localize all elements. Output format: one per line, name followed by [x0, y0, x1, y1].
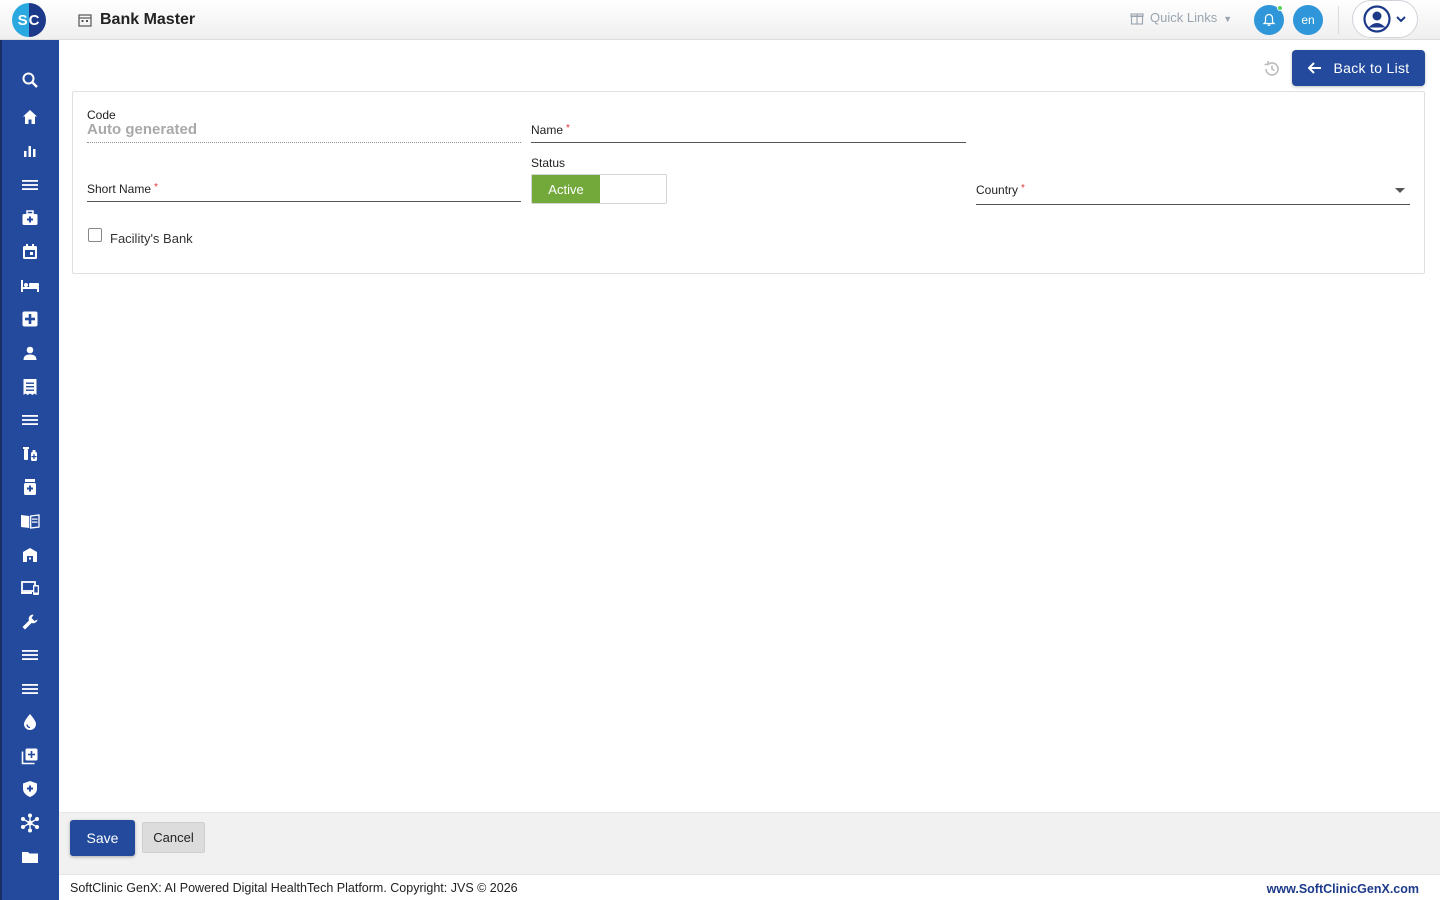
status-label: Status: [531, 156, 566, 170]
code-label: Code: [87, 108, 116, 122]
shield-icon[interactable]: [19, 778, 41, 800]
bank-master-icon: [78, 14, 92, 27]
country-select[interactable]: [976, 204, 1410, 205]
code-value: Auto generated: [87, 121, 198, 138]
required-mark: *: [566, 123, 570, 134]
calendar-icon[interactable]: [19, 241, 41, 263]
devices-icon[interactable]: [19, 577, 41, 599]
medical-bag-icon[interactable]: [19, 207, 41, 229]
footer: SoftClinic GenX: AI Powered Digital Heal…: [59, 874, 1440, 900]
caret-down-icon: ▼: [1223, 14, 1233, 24]
country-dropdown-caret-icon[interactable]: [1395, 188, 1405, 193]
arrow-left-icon: [1307, 62, 1321, 74]
action-bar: Save Cancel: [59, 812, 1440, 874]
menu-icon[interactable]: [19, 409, 41, 431]
receipt-icon[interactable]: [19, 376, 41, 398]
bank-form: Code Auto generated Name * Status Active …: [72, 91, 1425, 274]
back-to-list-button[interactable]: Back to List: [1292, 50, 1425, 86]
top-bar: SC Bank Master Quick Links ▼ en: [0, 0, 1440, 40]
bar-chart-icon[interactable]: [19, 140, 41, 162]
notification-dot: [1277, 5, 1283, 11]
back-to-list-label: Back to List: [1333, 60, 1410, 76]
medicine-bottle-icon[interactable]: [19, 476, 41, 498]
footer-copyright: SoftClinic GenX: AI Powered Digital Heal…: [70, 881, 518, 895]
country-label-text: Country: [976, 183, 1019, 197]
facility-bank-label: Facility's Bank: [110, 231, 193, 246]
blood-drop-icon[interactable]: [19, 711, 41, 733]
gift-icon: [1130, 12, 1144, 25]
cancel-button[interactable]: Cancel: [142, 822, 205, 853]
book-icon[interactable]: [19, 510, 41, 532]
header-divider: [1338, 6, 1339, 34]
folder-icon[interactable]: [19, 846, 41, 868]
facility-bank-checkbox[interactable]: [88, 228, 102, 242]
name-label: Name *: [531, 123, 570, 137]
page-title: Bank Master: [100, 11, 196, 28]
history-icon[interactable]: [1262, 59, 1282, 79]
save-button[interactable]: Save: [70, 820, 135, 856]
person-icon[interactable]: [19, 342, 41, 364]
quick-links-label: Quick Links: [1150, 10, 1218, 25]
status-active-option[interactable]: Active: [532, 175, 600, 203]
short-name-label-text: Short Name: [87, 182, 152, 196]
required-mark: *: [154, 182, 158, 193]
short-name-label: Short Name *: [87, 182, 158, 196]
store-icon[interactable]: [19, 544, 41, 566]
search-icon[interactable]: [19, 69, 41, 91]
app-logo[interactable]: SC: [12, 3, 46, 37]
wrench-icon[interactable]: [19, 611, 41, 633]
short-name-input[interactable]: [87, 201, 521, 202]
network-icon[interactable]: [19, 812, 41, 834]
sidebar: [0, 40, 59, 900]
profile-menu[interactable]: [1352, 0, 1418, 38]
language-button[interactable]: en: [1293, 5, 1323, 35]
bell-icon: [1262, 13, 1276, 26]
menu-icon[interactable]: [19, 644, 41, 666]
status-toggle[interactable]: Active: [531, 174, 667, 204]
chevron-down-icon: [1396, 16, 1406, 23]
home-icon[interactable]: [19, 106, 41, 128]
country-label: Country *: [976, 183, 1025, 197]
menu-icon[interactable]: [19, 678, 41, 700]
pharmacy-icon[interactable]: [19, 443, 41, 465]
name-label-text: Name: [531, 123, 564, 137]
bed-icon[interactable]: [19, 275, 41, 297]
add-box-icon[interactable]: [19, 745, 41, 767]
required-mark: *: [1021, 183, 1025, 194]
user-avatar-icon: [1363, 5, 1391, 33]
footer-website-link[interactable]: www.SoftClinicGenX.com: [1267, 882, 1419, 896]
quick-links-menu[interactable]: Quick Links ▼: [1130, 10, 1232, 25]
code-underline: [87, 142, 521, 143]
name-input[interactable]: [531, 142, 966, 143]
medical-cross-icon[interactable]: [19, 308, 41, 330]
menu-icon[interactable]: [19, 174, 41, 196]
status-inactive-option[interactable]: [600, 175, 666, 203]
